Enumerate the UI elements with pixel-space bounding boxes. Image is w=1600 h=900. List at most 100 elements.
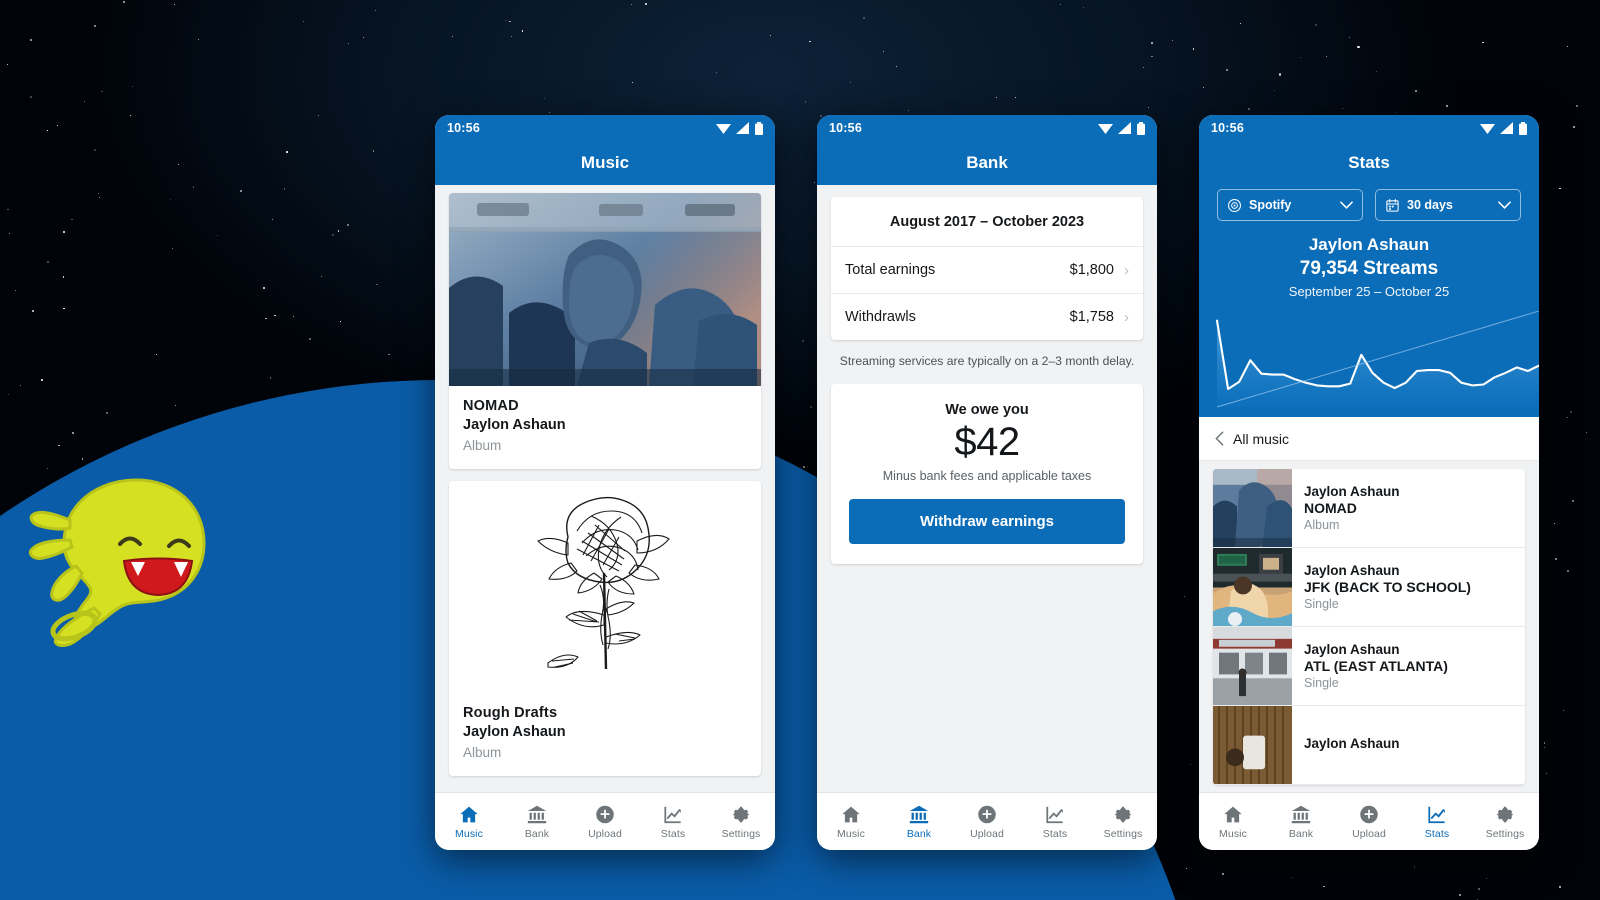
album-artist: Jaylon Ashaun — [463, 417, 566, 433]
page-title: Bank — [966, 153, 1008, 172]
owe-title: We owe you — [945, 402, 1029, 418]
nav-label: Music — [837, 827, 865, 840]
nav-item-music[interactable]: Music — [1199, 804, 1267, 840]
chevron-down-icon — [1340, 200, 1353, 209]
track-artist: Jaylon Ashaun — [1304, 736, 1400, 751]
plus-circle-icon — [1360, 805, 1378, 823]
row-label: Total earnings — [845, 262, 936, 278]
chart-icon — [1428, 806, 1445, 823]
album-title: Rough Drafts — [463, 705, 558, 721]
track-title: NOMAD — [1304, 500, 1357, 516]
battery-icon — [1519, 121, 1527, 135]
cellular-signal-icon — [1500, 122, 1513, 134]
nav-item-upload[interactable]: Upload — [953, 804, 1021, 840]
screenshot-root: 10:56 Music NOMAD Jaylon Ashaun Album Ro… — [0, 0, 1600, 900]
mascot-ghost-icon — [28, 478, 206, 647]
withdraw-earnings-button[interactable]: Withdraw earnings — [849, 499, 1125, 544]
bottom-navigation: Music Bank Upload Stats Settings — [1199, 792, 1539, 850]
album-title: NOMAD — [463, 398, 519, 414]
nav-item-bank[interactable]: Bank — [885, 804, 953, 840]
track-thumbnail-airplane — [1213, 469, 1292, 547]
calendar-icon — [1386, 198, 1399, 212]
list-item[interactable]: Jaylon Ashaun ATL (EAST ATLANTA) Single — [1213, 627, 1525, 706]
nav-label: Stats — [1424, 827, 1450, 840]
stats-hero: 10:56 Stats Spotify 30 days Jaylon Ashau… — [1199, 115, 1539, 417]
nav-label: Settings — [1103, 827, 1143, 840]
service-filter-label: Spotify — [1249, 198, 1292, 212]
cellular-signal-icon — [1118, 122, 1131, 134]
nav-item-music[interactable]: Music — [817, 804, 885, 840]
track-thumbnail-subway — [1213, 548, 1292, 626]
phone-bank-screen: 10:56 Bank August 2017 – October 2023 To… — [817, 115, 1157, 850]
row-withdrawls[interactable]: Withdrawls $1,758 › — [831, 294, 1143, 340]
nav-item-stats[interactable]: Stats — [1403, 804, 1471, 840]
nav-label: Upload — [1352, 827, 1386, 840]
album-type: Album — [463, 745, 502, 760]
track-type: Album — [1304, 518, 1340, 532]
nav-item-upload[interactable]: Upload — [571, 804, 639, 840]
list-item[interactable]: Jaylon Ashaun — [1213, 706, 1525, 785]
list-item[interactable]: Jaylon Ashaun JFK (BACK TO SCHOOL) Singl… — [1213, 548, 1525, 627]
nav-item-settings[interactable]: Settings — [1471, 804, 1539, 840]
nav-item-bank[interactable]: Bank — [503, 804, 571, 840]
track-type: Single — [1304, 676, 1339, 690]
delay-note: Streaming services are typically on a 2–… — [839, 354, 1135, 368]
status-icons — [716, 121, 763, 135]
chevron-right-icon: › — [1124, 308, 1129, 326]
nav-item-upload[interactable]: Upload — [1335, 804, 1403, 840]
wifi-icon — [716, 124, 731, 134]
row-total-earnings[interactable]: Total earnings $1,800 › — [831, 247, 1143, 294]
plus-circle-icon — [596, 805, 614, 823]
nav-item-stats[interactable]: Stats — [1021, 804, 1089, 840]
album-type: Album — [463, 438, 502, 453]
bank-icon — [527, 805, 547, 823]
page-title: Music — [580, 153, 630, 172]
album-list: NOMAD Jaylon Ashaun Album Rough Drafts J… — [435, 185, 775, 776]
earnings-period: August 2017 – October 2023 — [831, 197, 1143, 247]
service-filter-dropdown[interactable]: Spotify — [1217, 189, 1363, 221]
chevron-right-icon: › — [1124, 261, 1129, 279]
track-type: Single — [1304, 597, 1339, 611]
owe-amount: $42 — [954, 420, 1020, 464]
we-owe-you-card: We owe you $42 Minus bank fees and appli… — [831, 384, 1143, 564]
album-card[interactable]: Rough Drafts Jaylon Ashaun Album — [449, 481, 761, 776]
status-icons — [1098, 121, 1145, 135]
stats-artist-name: Jaylon Ashaun — [1308, 235, 1430, 254]
list-item[interactable]: Jaylon Ashaun NOMAD Album — [1213, 469, 1525, 548]
nav-label: Stats — [660, 827, 686, 840]
earnings-card: August 2017 – October 2023 Total earning… — [831, 197, 1143, 340]
owe-subtitle: Minus bank fees and applicable taxes — [882, 469, 1092, 483]
album-card[interactable]: NOMAD Jaylon Ashaun Album — [449, 193, 761, 469]
cellular-signal-icon — [736, 122, 749, 134]
wifi-icon — [1098, 124, 1113, 134]
nav-item-bank[interactable]: Bank — [1267, 804, 1335, 840]
track-artist: Jaylon Ashaun — [1304, 484, 1400, 499]
status-icons — [1480, 121, 1527, 135]
nav-label: Bank — [524, 827, 550, 840]
album-artist: Jaylon Ashaun — [463, 724, 566, 740]
row-label: Withdrawls — [845, 309, 916, 325]
range-filter-dropdown[interactable]: 30 days — [1375, 189, 1521, 221]
bank-icon — [1291, 805, 1311, 823]
range-filter-label: 30 days — [1407, 198, 1453, 212]
nav-label: Music — [455, 827, 483, 840]
nav-label: Bank — [906, 827, 932, 840]
gear-icon — [1496, 805, 1514, 823]
chart-area-fill — [1217, 320, 1539, 407]
nav-item-settings[interactable]: Settings — [707, 804, 775, 840]
nav-item-music[interactable]: Music — [435, 804, 503, 840]
chevron-down-icon — [1498, 200, 1511, 209]
track-artist: Jaylon Ashaun — [1304, 642, 1400, 657]
nav-label: Music — [1219, 827, 1247, 840]
status-bar: 10:56 — [1199, 115, 1539, 141]
status-time: 10:56 — [1211, 121, 1244, 135]
track-title: JFK (BACK TO SCHOOL) — [1304, 579, 1471, 595]
nav-label: Stats — [1042, 827, 1068, 840]
track-title: ATL (EAST ATLANTA) — [1304, 658, 1448, 674]
battery-icon — [1137, 121, 1145, 135]
row-value: $1,800 — [1069, 262, 1114, 278]
nav-item-stats[interactable]: Stats — [639, 804, 707, 840]
home-icon — [1224, 806, 1242, 822]
nav-item-settings[interactable]: Settings — [1089, 804, 1157, 840]
all-music-back-row[interactable]: All music — [1199, 417, 1539, 461]
